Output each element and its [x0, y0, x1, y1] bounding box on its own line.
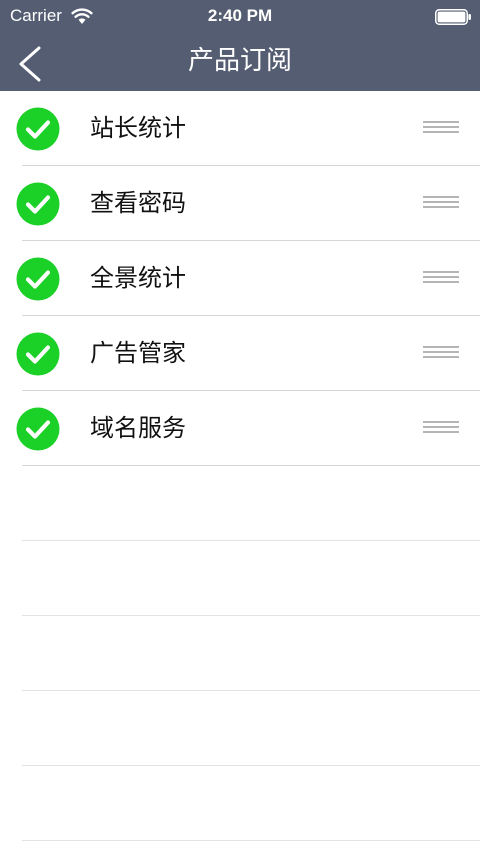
check-circle-icon[interactable] — [16, 332, 60, 376]
check-circle-icon[interactable] — [16, 407, 60, 451]
status-time: 2:40 PM — [207, 6, 273, 25]
product-label: 域名服务 — [90, 414, 186, 442]
empty-row — [0, 466, 480, 541]
check-circle-icon[interactable] — [16, 182, 60, 226]
product-row-5[interactable]: 域名服务 — [0, 391, 480, 466]
product-label: 查看密码 — [90, 189, 186, 217]
drag-handle-icon[interactable] — [423, 271, 459, 285]
product-list: 站长统计 查看密码 全景统计 广告管家 域名服务 — [0, 91, 480, 841]
empty-row — [0, 766, 480, 841]
empty-row — [0, 616, 480, 691]
product-subscription-screen: Carrier 2:40 PM 产品订阅 站长统计 查看密码 全景统计 广告管家… — [0, 0, 480, 854]
drag-handle-icon[interactable] — [423, 121, 459, 135]
drag-handle-icon[interactable] — [423, 346, 459, 360]
check-circle-icon[interactable] — [16, 107, 60, 151]
product-row-1[interactable]: 站长统计 — [0, 91, 480, 166]
page-title: 产品订阅 — [187, 46, 292, 76]
header: Carrier 2:40 PM 产品订阅 — [0, 0, 480, 91]
nav-bar: 产品订阅 — [0, 34, 480, 91]
product-row-2[interactable]: 查看密码 — [0, 166, 480, 241]
drag-handle-icon[interactable] — [423, 421, 459, 435]
product-label: 站长统计 — [90, 114, 186, 142]
drag-handle-icon[interactable] — [423, 196, 459, 210]
product-label: 广告管家 — [90, 339, 186, 367]
product-row-4[interactable]: 广告管家 — [0, 316, 480, 391]
empty-row — [0, 541, 480, 616]
empty-row — [0, 691, 480, 766]
row-divider — [22, 840, 480, 841]
product-label: 全景统计 — [90, 264, 186, 292]
product-row-3[interactable]: 全景统计 — [0, 241, 480, 316]
status-bar: Carrier 2:40 PM — [0, 0, 480, 34]
check-circle-icon[interactable] — [16, 257, 60, 301]
battery-icon — [435, 9, 472, 25]
